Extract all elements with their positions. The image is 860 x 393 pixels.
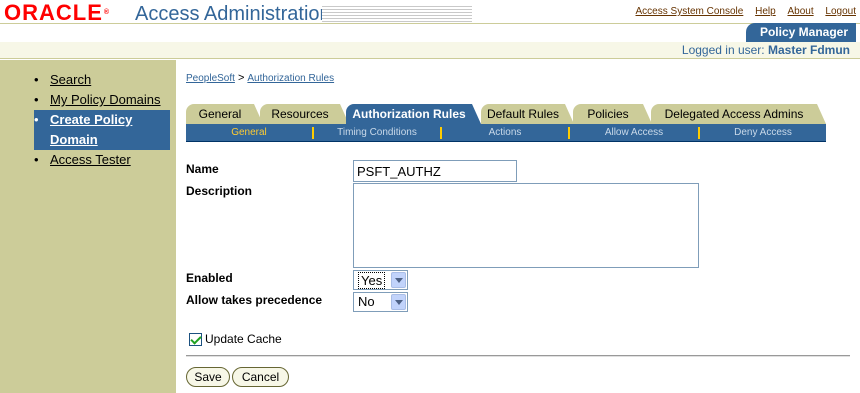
tab-delegated-access-admins[interactable]: Delegated Access Admins bbox=[651, 104, 826, 124]
allow-precedence-value: No bbox=[358, 294, 375, 309]
enabled-label: Enabled bbox=[186, 271, 233, 285]
breadcrumb-authorization-rules[interactable]: Authorization Rules bbox=[247, 73, 334, 84]
global-links: Access System Console Help About Logout bbox=[627, 6, 856, 17]
tab-general[interactable]: General bbox=[186, 104, 263, 124]
app-title: Access Administration bbox=[135, 3, 331, 25]
bullet-icon: • bbox=[34, 92, 39, 107]
logout-link[interactable]: Logout bbox=[825, 6, 856, 17]
sidebar-item-label[interactable]: Access Tester bbox=[50, 152, 131, 167]
sidebar-item-label[interactable]: Create Policy Domain bbox=[50, 112, 132, 147]
description-textarea[interactable] bbox=[353, 183, 699, 268]
sidebar-item-label[interactable]: Search bbox=[50, 72, 91, 87]
breadcrumb: PeopleSoft > Authorization Rules bbox=[186, 72, 334, 84]
tab-authorization-rules[interactable]: Authorization Rules bbox=[346, 104, 481, 124]
subtab-timing-conditions[interactable]: Timing Conditions bbox=[314, 124, 440, 142]
policy-manager-tab[interactable]: Policy Manager bbox=[745, 23, 856, 42]
subtab-allow-access[interactable]: Allow Access bbox=[570, 124, 698, 142]
breadcrumb-peoplesoft[interactable]: PeopleSoft bbox=[186, 73, 235, 84]
logged-in-user: Logged in user: Master Fdmun bbox=[682, 43, 850, 58]
chevron-down-icon[interactable] bbox=[391, 294, 406, 310]
subtab-actions[interactable]: Actions bbox=[442, 124, 568, 142]
tab-policies[interactable]: Policies bbox=[573, 104, 652, 124]
access-system-console-link[interactable]: Access System Console bbox=[636, 6, 744, 17]
help-link[interactable]: Help bbox=[755, 6, 776, 17]
divider bbox=[186, 355, 850, 357]
about-link[interactable]: About bbox=[787, 6, 813, 17]
subtab-bar: General Timing Conditions Actions Allow … bbox=[186, 124, 826, 142]
update-cache-checkbox[interactable] bbox=[189, 332, 202, 346]
subtab-deny-access[interactable]: Deny Access bbox=[700, 124, 826, 142]
save-button[interactable]: Save bbox=[186, 367, 230, 387]
logged-in-label: Logged in user: bbox=[681, 43, 765, 57]
sidebar-item-my-policy-domains[interactable]: • My Policy Domains bbox=[34, 90, 170, 110]
sidebar-item-search[interactable]: • Search bbox=[34, 70, 170, 90]
sidebar-item-label[interactable]: My Policy Domains bbox=[50, 92, 161, 107]
sidebar-nav: • Search • My Policy Domains • Create Po… bbox=[34, 70, 170, 170]
update-cache-row: Update Cache bbox=[189, 332, 282, 346]
enabled-value: Yes bbox=[358, 272, 386, 289]
header-bar bbox=[0, 23, 860, 42]
sidebar-item-create-policy-domain[interactable]: • Create Policy Domain bbox=[34, 110, 170, 150]
chevron-down-icon[interactable] bbox=[391, 272, 406, 288]
subtab-general[interactable]: General bbox=[186, 124, 312, 142]
oracle-logo: ORACLE® bbox=[4, 0, 111, 25]
update-cache-label: Update Cache bbox=[205, 332, 282, 346]
enabled-select[interactable]: Yes bbox=[353, 270, 408, 290]
tab-default-rules[interactable]: Default Rules bbox=[481, 104, 574, 124]
bullet-icon: • bbox=[34, 72, 39, 87]
cancel-button[interactable]: Cancel bbox=[232, 367, 289, 387]
name-label: Name bbox=[186, 162, 219, 176]
allow-precedence-label: Allow takes precedence bbox=[186, 293, 323, 307]
bullet-icon: • bbox=[34, 152, 39, 167]
name-input[interactable] bbox=[353, 160, 517, 182]
sidebar-item-access-tester[interactable]: • Access Tester bbox=[34, 150, 170, 170]
breadcrumb-separator: > bbox=[237, 72, 245, 84]
bullet-icon: • bbox=[34, 112, 39, 127]
description-label: Description bbox=[186, 184, 253, 198]
logged-in-username: Master Fdmun bbox=[767, 43, 850, 57]
sidebar: • Search • My Policy Domains • Create Po… bbox=[0, 60, 176, 393]
title-decoration bbox=[322, 6, 472, 22]
allow-precedence-select[interactable]: No bbox=[353, 292, 408, 312]
tab-resources[interactable]: Resources bbox=[260, 104, 349, 124]
